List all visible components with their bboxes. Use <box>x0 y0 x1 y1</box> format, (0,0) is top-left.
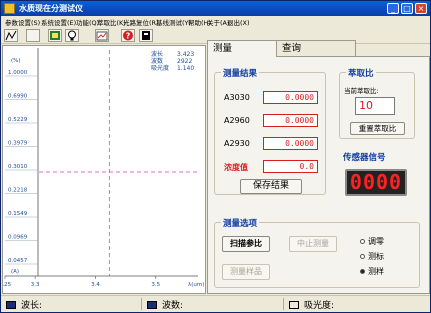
sensor-signal-group: 传感器信号 0000 <box>339 151 415 203</box>
status-absorbance-label: 吸光度: <box>304 301 335 311</box>
maximize-button[interactable]: □ <box>401 3 413 14</box>
readout-label: 吸光度 <box>151 64 169 72</box>
radio-zero-label: 调零 <box>368 237 384 246</box>
extraction-ratio-title: 萃取比 <box>346 67 376 79</box>
scan-reference-button[interactable]: 扫描参比 <box>222 236 270 252</box>
status-absorbance: 吸光度: <box>289 298 335 311</box>
sensor-signal-title: 传感器信号 <box>341 151 388 163</box>
measure-sample-button[interactable]: 测量样品 <box>222 264 270 280</box>
a3030-value: 0.0000 <box>263 91 318 104</box>
a2930-value: 0.0000 <box>263 137 318 150</box>
measure-results-group: 测量结果 A3030 0.0000 A2960 0.0000 A2930 0.0… <box>214 67 326 195</box>
menu-exit[interactable]: 退出(X) <box>227 17 250 27</box>
x-tick-label: 3.5 <box>151 282 160 288</box>
readout-label: 波数 <box>151 57 163 65</box>
status-wavenumber-label: 波数: <box>162 301 184 311</box>
measure-panel: 测量结果 A3030 0.0000 A2960 0.0000 A2930 0.0… <box>207 56 430 294</box>
status-separator <box>283 298 284 310</box>
concentration-value: 0.0 <box>263 160 318 173</box>
svg-text:?: ? <box>126 32 131 41</box>
y-tick-label: 0.6990 <box>8 94 28 100</box>
y-tick-label: 0.1549 <box>8 211 28 217</box>
radio-standard-label: 测标 <box>368 252 384 261</box>
x-tick-label: 3.3 <box>31 282 40 288</box>
menu-baseline[interactable]: 基线测试(Y) <box>156 17 191 27</box>
tab-measure[interactable]: 测量 <box>207 40 277 57</box>
radio-sample-dot <box>360 269 365 274</box>
save-results-button[interactable]: 保存结果 <box>240 179 302 194</box>
y-tick-label: 0.3010 <box>8 164 28 170</box>
menu-system[interactable]: 系统设置(E) <box>41 17 76 27</box>
radio-standard-dot <box>360 254 365 259</box>
status-wavelength-label: 波长: <box>21 301 43 311</box>
info-icon[interactable] <box>139 29 153 42</box>
menu-reset-optics[interactable]: 光路复位(R) <box>123 17 159 27</box>
a2960-value: 0.0000 <box>263 114 318 127</box>
y-tick-label: 0.2218 <box>8 188 28 194</box>
minimize-button[interactable]: _ <box>387 3 399 14</box>
a2960-label: A2960 <box>224 116 250 125</box>
measure-results-title: 测量结果 <box>221 67 260 79</box>
title-bar[interactable]: 水质现在分测试仪 _ □ × <box>1 1 430 16</box>
reset-ratio-button[interactable]: 重置萃取比 <box>350 122 405 135</box>
readout-value: 3.423 <box>177 51 194 58</box>
extraction-ratio-group: 萃取比 当前萃取比: 10 重置萃取比 <box>339 67 415 139</box>
concentration-label: 浓度值 <box>224 163 248 172</box>
monitor-icon <box>6 301 16 309</box>
radio-sample-label: 测样 <box>368 267 384 276</box>
blank-button[interactable] <box>26 29 40 42</box>
radio-zero[interactable]: 调零 <box>360 236 384 247</box>
status-bar: 波长: 波数: 吸光度: <box>1 295 430 312</box>
status-wavelength: 波长: <box>6 298 43 311</box>
readout-value: 2922 <box>177 58 192 65</box>
main-window: 水质现在分测试仪 _ □ × 参数设置(S) 系统设置(E) 功能(Q) 萃取比… <box>0 0 431 313</box>
y-tick-label: 0.0969 <box>8 235 28 241</box>
spectrum-chart[interactable]: (%) 1.0000 0.6990 0.5229 0.3979 0.3010 0.2218 0… <box>2 45 206 294</box>
a3030-label: A3030 <box>224 93 250 102</box>
window-title: 水质现在分测试仪 <box>19 4 83 13</box>
menu-params[interactable]: 参数设置(S) <box>5 17 40 27</box>
x-axis-unit: λ(um) <box>188 282 204 288</box>
current-ratio-label: 当前萃取比: <box>344 87 379 95</box>
sensor-signal-display: 0000 <box>345 169 407 196</box>
help-icon[interactable]: ? <box>121 29 135 42</box>
stop-measure-button[interactable]: 中止测量 <box>289 236 337 252</box>
tab-bar: 测量 查询 <box>207 40 430 57</box>
y-tick-label: 0.0457 <box>8 258 28 264</box>
y-axis-unit-bottom: (A) <box>11 269 19 275</box>
menu-extraction[interactable]: 萃取比(K) <box>97 17 126 27</box>
radio-sample[interactable]: 测样 <box>360 266 384 277</box>
current-ratio-value: 10 <box>355 97 395 115</box>
y-tick-label: 1.0000 <box>8 70 28 76</box>
x-tick-label: 3.25 <box>3 282 12 288</box>
measure-options-group: 测量选项 扫描参比 中止测量 测量样品 调零 测标 测样 <box>214 217 420 288</box>
app-icon <box>4 3 15 14</box>
chart-icon[interactable] <box>95 29 109 42</box>
a2930-label: A2930 <box>224 139 250 148</box>
measure-options-title: 测量选项 <box>221 217 260 229</box>
grid-icon[interactable] <box>48 29 62 42</box>
x-tick-label: 3.4 <box>91 282 100 288</box>
readout-value: 1.140 <box>177 65 194 72</box>
y-axis-unit: (%) <box>11 58 21 64</box>
window-icon <box>289 301 299 309</box>
radio-standard[interactable]: 测标 <box>360 251 384 262</box>
tab-query[interactable]: 查询 <box>276 40 356 56</box>
spectrum-plot: (%) 1.0000 0.6990 0.5229 0.3979 0.3010 0.2218 0… <box>3 48 204 288</box>
menu-function[interactable]: 功能(Q) <box>76 17 99 27</box>
status-wavenumber: 波数: <box>147 298 184 311</box>
readout-label: 波长 <box>151 50 163 58</box>
menu-bar: 参数设置(S) 系统设置(E) 功能(Q) 萃取比(K) 光路复位(R) 基线测… <box>1 16 430 28</box>
bulb-icon[interactable] <box>65 29 79 42</box>
curve-icon[interactable] <box>4 29 18 42</box>
y-tick-label: 0.3979 <box>8 141 28 147</box>
monitor-icon <box>147 301 157 309</box>
y-tick-label: 0.5229 <box>8 117 28 123</box>
status-separator <box>141 298 142 310</box>
close-button[interactable]: × <box>415 3 427 14</box>
radio-zero-dot <box>360 239 365 244</box>
